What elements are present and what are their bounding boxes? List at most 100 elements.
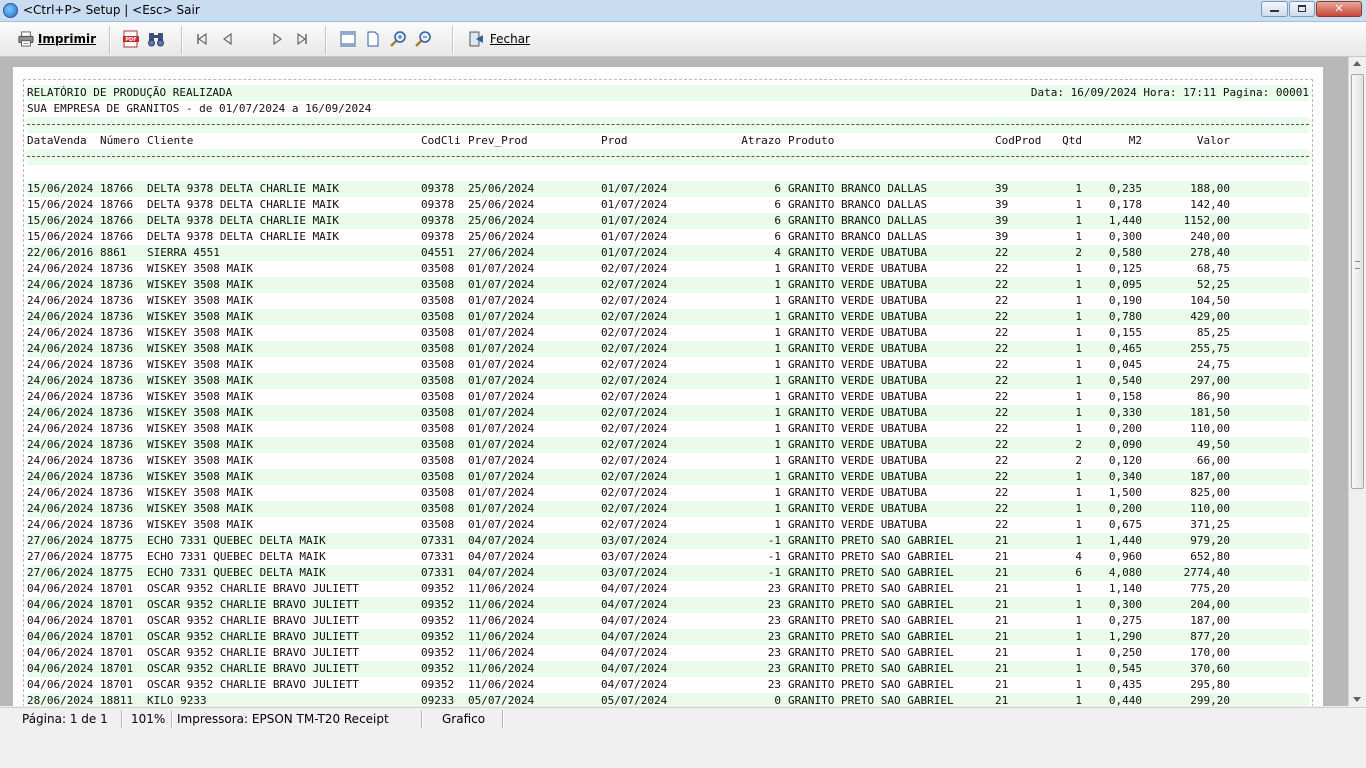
cell-prev-prod: 11/06/2024 [468,598,535,611]
cell-m2: 1,440 [1108,214,1142,227]
cell-cod-prod: 21 [995,550,1009,563]
cell-cod-cli: 03508 [421,262,455,275]
cell-cliente: WISKEY 3508 MAIK [147,310,253,323]
cell-cod-prod: 22 [995,262,1009,275]
page-width-button[interactable] [339,27,359,51]
cell-numero: 18736 [100,374,134,387]
search-button[interactable] [147,27,167,51]
cell-data-venda: 24/06/2024 [27,438,94,451]
cell-produto: GRANITO VERDE UBATUBA [788,246,928,259]
cell-qtd: 1 [1075,470,1082,483]
zoom-out-button[interactable] [415,27,433,51]
cell-prod: 04/07/2024 [601,630,668,643]
cell-m2: 0,090 [1108,438,1142,451]
report-page: RELATÓRIO DE PRODUÇÃO REALIZADA Data: 16… [13,67,1323,706]
cell-produto: GRANITO VERDE UBATUBA [788,326,928,339]
window-title: <Ctrl+P> Setup | <Esc> Sair [23,3,200,17]
cell-valor: 299,20 [1190,694,1230,706]
next-page-button[interactable] [269,27,287,51]
table-row: 24/06/2024 18736 WISKEY 3508 MAIK 03508 01/0… [27,437,1309,453]
last-page-button[interactable] [294,27,312,51]
table-row: 24/06/2024 18736 WISKEY 3508 MAIK 03508 01/0… [27,405,1309,421]
whole-page-button[interactable] [366,27,384,51]
cell-qtd: 1 [1075,342,1082,355]
cell-cliente: WISKEY 3508 MAIK [147,454,253,467]
export-pdf-button[interactable]: PDF [122,27,142,51]
cell-valor: 68,75 [1196,262,1230,275]
close-window-button[interactable]: ✕ [1316,1,1362,17]
cell-prev-prod: 01/07/2024 [468,502,535,515]
cell-m2: 0,125 [1108,262,1142,275]
cell-cod-prod: 21 [995,678,1009,691]
cell-valor: 297,00 [1190,374,1230,387]
scroll-up-icon[interactable] [1353,61,1361,66]
cell-produto: GRANITO VERDE UBATUBA [788,358,928,371]
cell-numero: 18701 [100,614,134,627]
cell-m2: 0,330 [1108,406,1142,419]
cell-data-venda: 27/06/2024 [27,566,94,579]
cell-atrazo: 1 [774,310,781,323]
table-row: 04/06/2024 18701 OSCAR 9352 CHARLIE BRAVO … [27,629,1309,645]
cell-valor: 187,00 [1190,470,1230,483]
scroll-down-icon[interactable] [1353,697,1361,702]
minimize-button[interactable] [1261,1,1288,17]
cell-cliente: OSCAR 9352 CHARLIE BRAVO JULIETT [147,678,359,691]
cell-prev-prod: 11/06/2024 [468,662,535,675]
cell-qtd: 1 [1075,694,1082,706]
cell-atrazo: 23 [767,598,781,611]
cell-cod-cli: 03508 [421,470,455,483]
table-row: 15/06/2024 18766 DELTA 9378 DELTA CHARLIE … [27,197,1309,213]
cell-data-venda: 24/06/2024 [27,470,94,483]
cell-cod-prod: 22 [995,406,1009,419]
col-header-produto: Produto [788,134,835,147]
report-subtitle: SUA EMPRESA DE GRANITOS - de 01/07/2024 … [27,102,372,115]
cell-valor: 240,00 [1190,230,1230,243]
cell-qtd: 1 [1075,598,1082,611]
first-page-button[interactable] [194,27,212,51]
vertical-scrollbar[interactable] [1348,57,1366,706]
cell-produto: GRANITO BRANCO DALLAS [788,198,928,211]
cell-prev-prod: 01/07/2024 [468,406,535,419]
cell-prod: 02/07/2024 [601,262,668,275]
restore-icon [1298,5,1306,12]
cell-cliente: OSCAR 9352 CHARLIE BRAVO JULIETT [147,582,359,595]
cell-cod-cli: 03508 [421,342,455,355]
cell-cod-prod: 21 [995,582,1009,595]
cell-cod-cli: 09378 [421,214,455,227]
zoom-in-button[interactable] [390,27,408,51]
cell-prod: 02/07/2024 [601,486,668,499]
cell-m2: 0,540 [1108,374,1142,387]
cell-prod: 01/07/2024 [601,230,668,243]
cell-atrazo: 23 [767,678,781,691]
cell-valor: 255,75 [1190,342,1230,355]
divider [27,149,1309,165]
cell-cliente: ECHO 7331 QUEBEC DELTA MAIK [147,550,326,563]
cell-produto: GRANITO PRETO SAO GABRIEL [788,598,954,611]
cell-m2: 0,158 [1108,390,1142,403]
report-preview[interactable]: RELATÓRIO DE PRODUÇÃO REALIZADA Data: 16… [0,57,1348,706]
cell-numero: 18766 [100,182,134,195]
prev-page-button[interactable] [220,27,238,51]
cell-m2: 0,300 [1108,230,1142,243]
cell-prod: 02/07/2024 [601,374,668,387]
maximize-button[interactable] [1289,1,1315,17]
col-header-numero: Número [100,134,140,147]
cell-atrazo: 1 [774,278,781,291]
cell-qtd: 1 [1075,358,1082,371]
table-row: 24/06/2024 18736 WISKEY 3508 MAIK 03508 01/0… [27,485,1309,501]
cell-prod: 04/07/2024 [601,582,668,595]
cell-cod-cli: 09352 [421,678,455,691]
cell-prev-prod: 04/07/2024 [468,534,535,547]
cell-valor: 877,20 [1190,630,1230,643]
cell-produto: GRANITO VERDE UBATUBA [788,438,928,451]
cell-valor: 187,00 [1190,614,1230,627]
toolbar-separator [109,26,111,54]
cell-numero: 8861 [100,246,127,259]
cell-cliente: WISKEY 3508 MAIK [147,278,253,291]
cell-m2: 0,190 [1108,294,1142,307]
cell-cod-cli: 09233 [421,694,455,706]
print-button[interactable]: Imprimir [18,27,96,51]
scrollbar-thumb[interactable] [1351,74,1364,489]
cell-produto: GRANITO VERDE UBATUBA [788,262,928,275]
close-report-button[interactable]: Fechar [468,27,530,51]
